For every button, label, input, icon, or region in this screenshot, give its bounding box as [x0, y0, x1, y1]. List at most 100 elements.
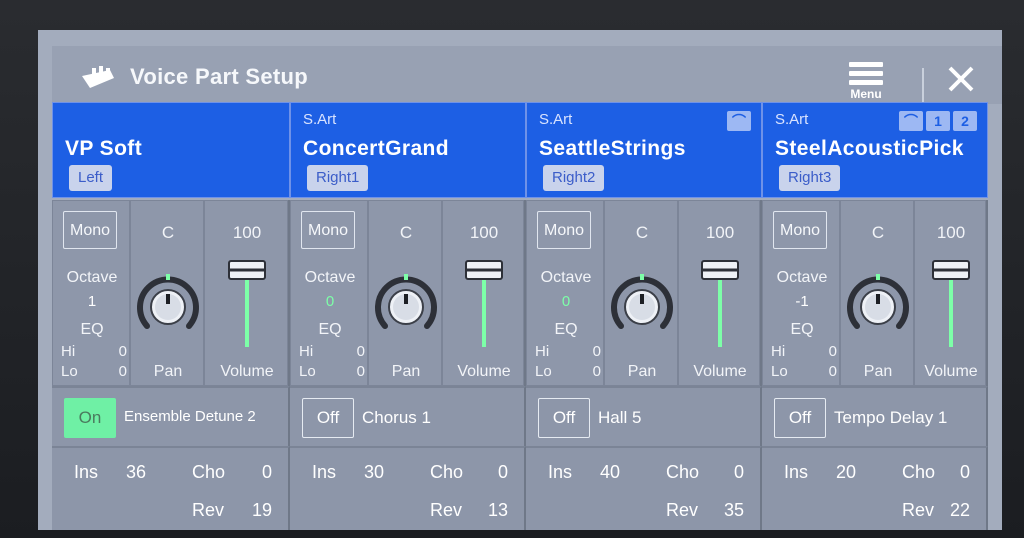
pan-knob[interactable] [843, 271, 913, 341]
effect-toggle-button[interactable]: Off [774, 398, 826, 438]
mono-button[interactable]: Mono [773, 211, 827, 249]
octave-value[interactable]: 0 [527, 293, 605, 310]
articulation-icon[interactable]: ⌒ [899, 111, 923, 131]
eq-lo-value: 0 [356, 363, 365, 380]
rev-value[interactable]: 13 [488, 500, 508, 521]
octave-eq-cell: Mono Octave -1 EQ Hi 0 Lo 0 [762, 200, 840, 386]
pan-knob[interactable] [133, 271, 203, 341]
rev-label: Rev [192, 500, 225, 520]
pan-knob[interactable] [371, 271, 441, 341]
pan-cell: C Pan [130, 200, 204, 386]
mono-button[interactable]: Mono [63, 211, 117, 249]
eq-hi-value: 0 [118, 343, 127, 360]
pan-value: C [871, 223, 885, 242]
volume-fader[interactable] [921, 253, 981, 349]
rev-label: Rev [666, 500, 699, 520]
part-header[interactable]: S.Art ConcertGrand Right1 [290, 102, 526, 198]
eq-lo-row[interactable]: Lo 0 [61, 363, 127, 380]
pan-label: Pan [627, 363, 657, 380]
eq-hi-row[interactable]: Hi 0 [535, 343, 601, 360]
part-header[interactable]: S.Art SteelAcousticPick Right3 ⌒ 1 2 [762, 102, 988, 198]
volume-cell: 100 Volume [442, 200, 524, 386]
menu-button[interactable]: Menu [842, 58, 890, 104]
keyboard-icon [82, 66, 114, 88]
eq-lo-label: Lo [299, 363, 316, 380]
ins-value[interactable]: 36 [126, 462, 146, 483]
effect-sends-row: Ins 36 Cho 0 Rev 19 [52, 446, 290, 530]
eq-lo-row[interactable]: Lo 0 [535, 363, 601, 380]
octave-label: Octave [540, 269, 592, 286]
insertion-effect-row: Off Hall 5 [526, 386, 762, 446]
octave-value[interactable]: 0 [291, 293, 369, 310]
effect-name[interactable]: Tempo Delay 1 [834, 408, 947, 428]
eq-lo-row[interactable]: Lo 0 [299, 363, 365, 380]
ins-value[interactable]: 40 [600, 462, 620, 483]
eq-lo-label: Lo [535, 363, 552, 380]
ins-value[interactable]: 30 [364, 462, 384, 483]
close-icon[interactable] [944, 62, 978, 96]
cho-value[interactable]: 0 [960, 462, 970, 483]
octave-value[interactable]: 1 [53, 293, 131, 310]
page-title: Voice Part Setup [130, 64, 308, 89]
cho-value[interactable]: 0 [734, 462, 744, 483]
effect-toggle-button[interactable]: Off [302, 398, 354, 438]
volume-label: Volume [457, 363, 511, 380]
octave-eq-cell: Mono Octave 0 EQ Hi 0 Lo 0 [290, 200, 368, 386]
rev-label: Rev [902, 500, 935, 520]
mono-button[interactable]: Mono [301, 211, 355, 249]
part-tag[interactable]: Left [69, 165, 113, 191]
articulation-icon[interactable]: ⌒ [727, 111, 751, 131]
ins-label: Ins [312, 462, 337, 482]
volume-fader[interactable] [217, 253, 277, 349]
part-tag[interactable]: Right2 [543, 165, 605, 191]
effect-toggle-button[interactable]: Off [538, 398, 590, 438]
eq-hi-label: Hi [535, 343, 550, 360]
eq-hi-value: 0 [356, 343, 365, 360]
part-header[interactable]: S.Art SeattleStrings Right2 ⌒ [526, 102, 762, 198]
pan-label: Pan [391, 363, 421, 380]
volume-fader[interactable] [454, 253, 514, 349]
rev-value[interactable]: 22 [950, 500, 970, 521]
cho-label: Cho [666, 462, 700, 482]
pan-knob[interactable] [607, 271, 677, 341]
insertion-effect-row: Off Chorus 1 [290, 386, 526, 446]
articulation-label: S.Art [539, 111, 573, 128]
articulation-icon[interactable]: 2 [953, 111, 977, 131]
pan-cell: C Pan [840, 200, 914, 386]
eq-lo-value: 0 [118, 363, 127, 380]
mono-button[interactable]: Mono [537, 211, 591, 249]
voice-name: SteelAcousticPick [775, 137, 964, 160]
cho-value[interactable]: 0 [498, 462, 508, 483]
effect-toggle-button[interactable]: On [64, 398, 116, 438]
ins-label: Ins [548, 462, 573, 482]
part-header[interactable]: VP Soft Left [52, 102, 290, 198]
effect-name[interactable]: Ensemble Detune 2 [124, 408, 256, 425]
eq-hi-row[interactable]: Hi 0 [771, 343, 837, 360]
cho-label: Cho [430, 462, 464, 482]
volume-value: 100 [705, 223, 735, 242]
eq-label: EQ [790, 321, 814, 338]
eq-hi-row[interactable]: Hi 0 [299, 343, 365, 360]
effect-name[interactable]: Chorus 1 [362, 408, 431, 428]
eq-label: EQ [80, 321, 104, 338]
part-tag[interactable]: Right3 [779, 165, 841, 191]
eq-hi-row[interactable]: Hi 0 [61, 343, 127, 360]
part-tag[interactable]: Right1 [307, 165, 369, 191]
pan-value: C [161, 223, 175, 242]
insertion-effect-row: On Ensemble Detune 2 [52, 386, 290, 446]
effect-name[interactable]: Hall 5 [598, 408, 641, 428]
part-controls: Mono Octave 0 EQ Hi 0 Lo 0 C Pan 100 Volume [526, 200, 762, 386]
volume-value: 100 [936, 223, 966, 242]
octave-value[interactable]: -1 [763, 293, 841, 310]
octave-label: Octave [776, 269, 828, 286]
eq-lo-row[interactable]: Lo 0 [771, 363, 837, 380]
rev-value[interactable]: 19 [252, 500, 272, 521]
eq-hi-value: 0 [592, 343, 601, 360]
articulation-icon[interactable]: 1 [926, 111, 950, 131]
cho-value[interactable]: 0 [262, 462, 272, 483]
volume-fader[interactable] [690, 253, 750, 349]
pan-value: C [635, 223, 649, 242]
articulation-icons: ⌒ [727, 111, 751, 131]
ins-value[interactable]: 20 [836, 462, 856, 483]
rev-value[interactable]: 35 [724, 500, 744, 521]
